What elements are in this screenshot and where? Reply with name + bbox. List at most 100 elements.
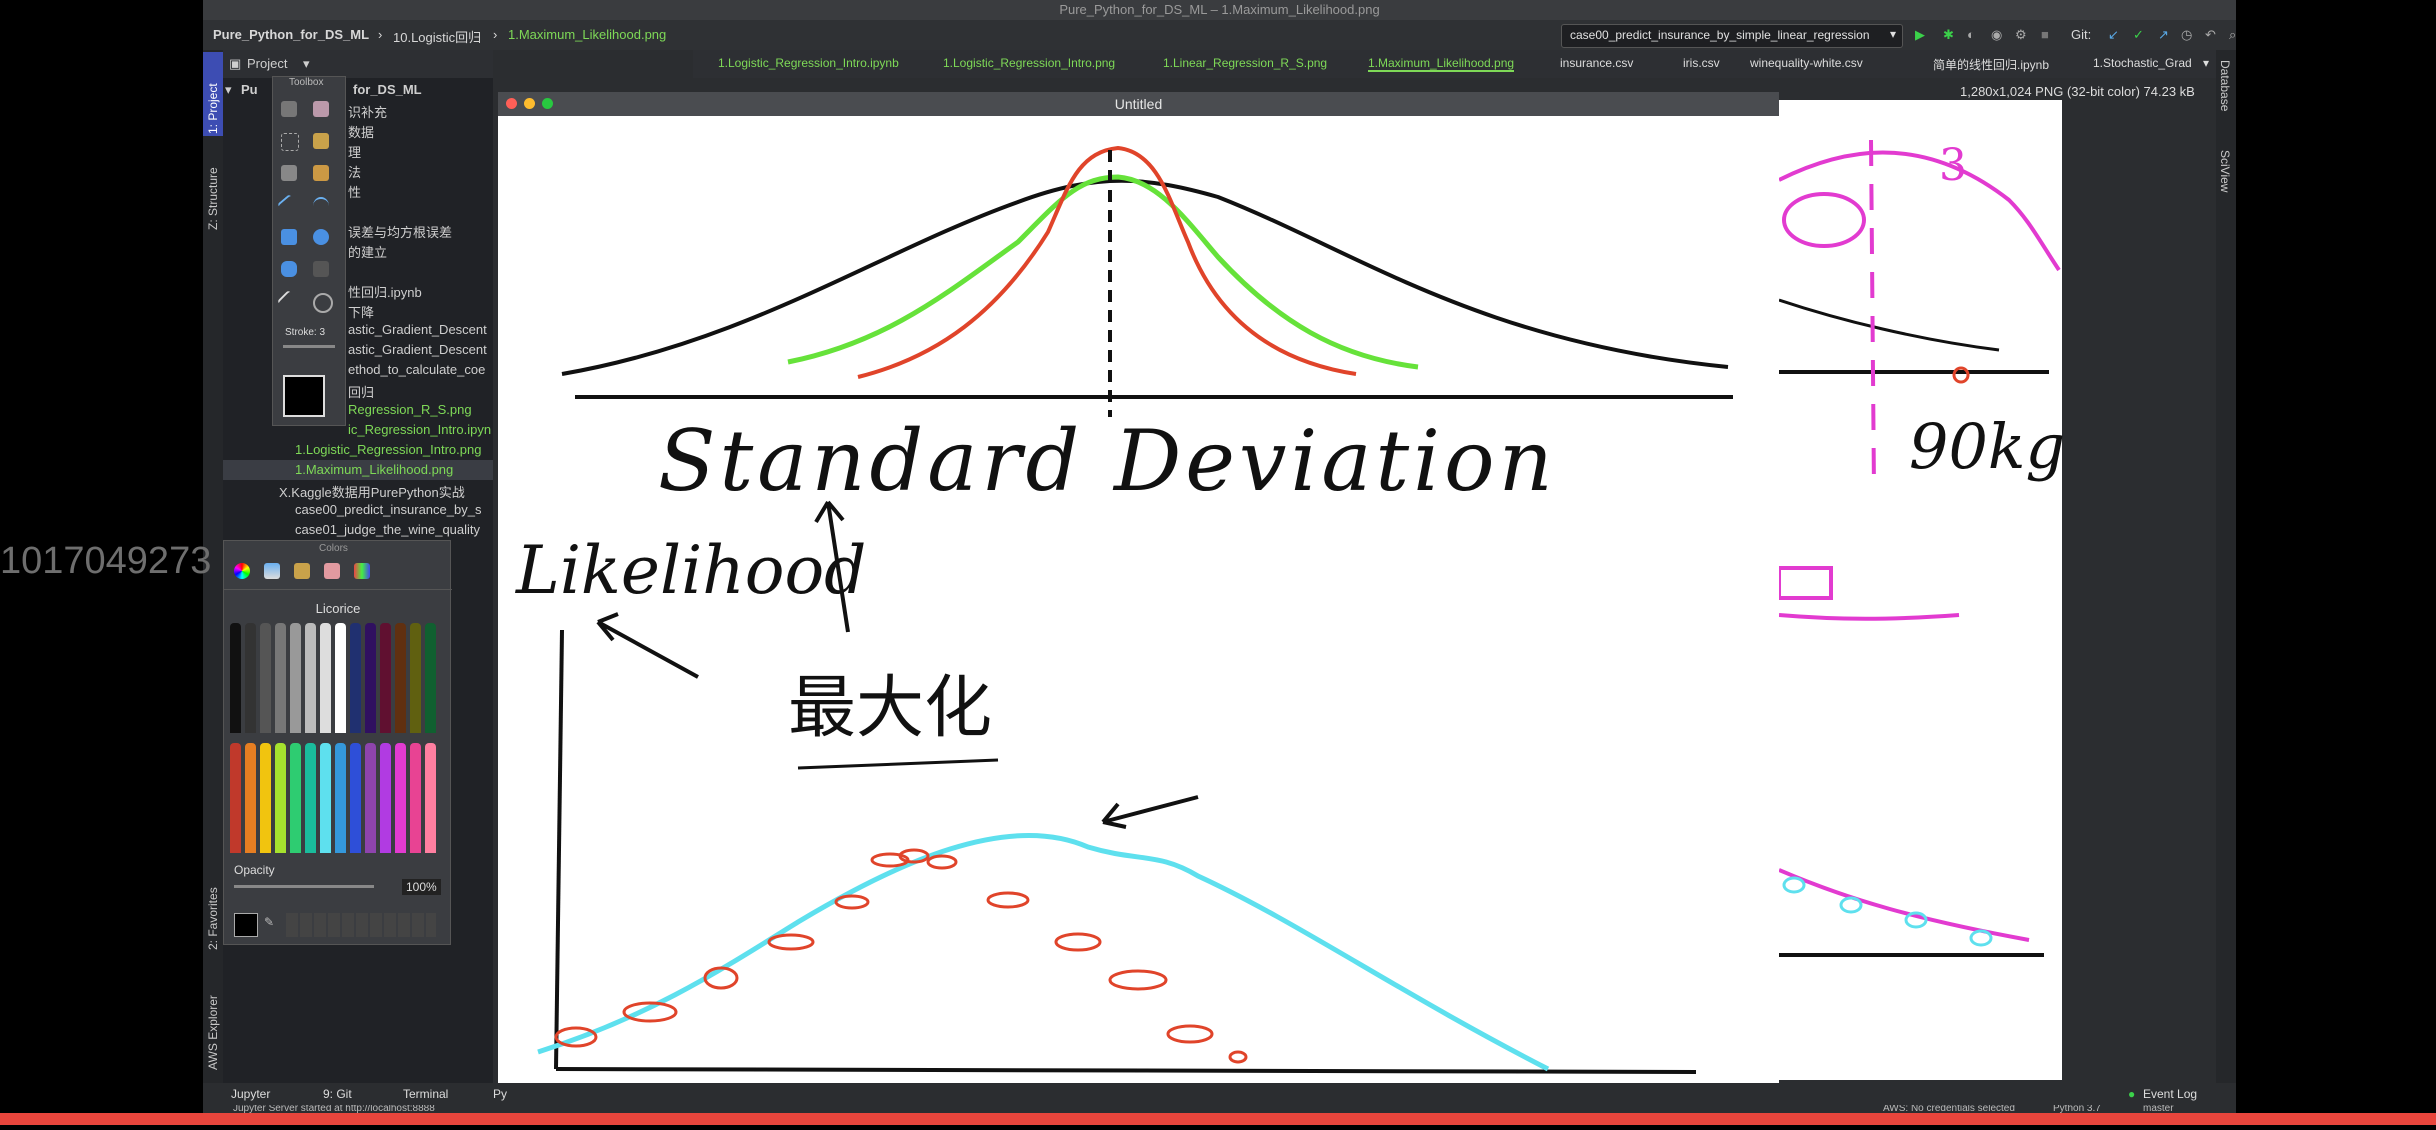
tree-item[interactable]: astic_Gradient_Descent bbox=[348, 322, 487, 337]
current-color-swatch[interactable] bbox=[234, 913, 258, 937]
stroke-slider[interactable] bbox=[283, 345, 335, 348]
crayons-icon[interactable] bbox=[354, 563, 370, 579]
debug-icon[interactable]: ✱ bbox=[1943, 27, 1954, 43]
stop-icon[interactable]: ■ bbox=[2041, 27, 2049, 42]
pencil-tool-icon[interactable] bbox=[281, 101, 297, 117]
pencil-swatch[interactable] bbox=[395, 743, 406, 853]
fill-tool-icon[interactable] bbox=[281, 165, 297, 181]
eyedropper-tool-icon[interactable] bbox=[276, 289, 302, 315]
image-palette-icon[interactable] bbox=[324, 563, 340, 579]
pencil-swatch[interactable] bbox=[245, 623, 256, 733]
rounded-rect-tool-icon[interactable] bbox=[281, 261, 297, 277]
wand-tool-icon[interactable] bbox=[313, 133, 329, 149]
zoom-tool-icon[interactable] bbox=[313, 293, 333, 313]
git-tool-button[interactable]: 9: Git bbox=[323, 1087, 352, 1101]
custom-swatches[interactable] bbox=[286, 913, 436, 937]
python-console-button[interactable]: Py bbox=[493, 1087, 507, 1101]
opacity-slider[interactable] bbox=[234, 885, 374, 888]
sciview-tool-label[interactable]: SciView bbox=[2218, 150, 2232, 192]
pencil-swatch[interactable] bbox=[275, 743, 286, 853]
pencil-swatch[interactable] bbox=[425, 743, 436, 853]
pencil-swatch[interactable] bbox=[260, 743, 271, 853]
tree-item[interactable]: 性回归.ipynb bbox=[348, 282, 422, 301]
eyedropper-icon[interactable]: ✎ bbox=[264, 915, 274, 929]
tab-logistic-intro-png[interactable]: 1.Logistic_Regression_Intro.png bbox=[943, 56, 1115, 70]
tab-winequality-csv[interactable]: winequality-white.csv bbox=[1750, 56, 1863, 70]
tree-item[interactable]: 法 bbox=[348, 162, 361, 181]
color-palette-icon[interactable] bbox=[294, 563, 310, 579]
pencil-swatch[interactable] bbox=[350, 623, 361, 733]
pencil-swatch[interactable] bbox=[305, 623, 316, 733]
tab-linear-regression-png[interactable]: 1.Linear_Regression_R_S.png bbox=[1163, 56, 1327, 70]
pencil-swatch[interactable] bbox=[320, 743, 331, 853]
rollback-icon[interactable]: ↶ bbox=[2205, 27, 2216, 43]
tree-item[interactable]: ic_Regression_Intro.ipyn bbox=[348, 422, 491, 437]
git-branch[interactable]: master bbox=[2143, 1105, 2174, 1113]
opacity-value[interactable]: 100% bbox=[402, 879, 441, 895]
tree-item[interactable]: 的建立 bbox=[348, 242, 387, 261]
history-icon[interactable]: ◷ bbox=[2181, 27, 2192, 43]
tree-item[interactable]: 数据 bbox=[348, 122, 374, 141]
polygon-tool-icon[interactable] bbox=[313, 261, 329, 277]
breadcrumb-project[interactable]: Pure_Python_for_DS_ML bbox=[213, 27, 369, 42]
tree-root-label[interactable]: Pu bbox=[241, 82, 258, 97]
search-icon[interactable]: ⌕ bbox=[2229, 27, 2236, 43]
spray-tool-icon[interactable] bbox=[313, 165, 329, 181]
pencil-swatch[interactable] bbox=[410, 743, 421, 853]
rectangle-tool-icon[interactable] bbox=[281, 229, 297, 245]
tab-logistic-intro-ipynb[interactable]: 1.Logistic_Regression_Intro.ipynb bbox=[718, 56, 899, 70]
pencil-swatch[interactable] bbox=[305, 743, 316, 853]
project-tool-button[interactable]: 1: Project bbox=[203, 52, 223, 136]
tree-item[interactable]: Regression_R_S.png bbox=[348, 402, 472, 417]
pencil-swatch[interactable] bbox=[230, 743, 241, 853]
line-tool-icon[interactable] bbox=[277, 193, 301, 219]
tree-root-suffix[interactable]: for_DS_ML bbox=[353, 82, 422, 97]
pencil-swatch[interactable] bbox=[230, 623, 241, 733]
profile-icon[interactable]: ◉ bbox=[1991, 27, 2002, 43]
git-commit-icon[interactable]: ✓ bbox=[2133, 27, 2144, 43]
pencil-swatch[interactable] bbox=[335, 623, 346, 733]
tree-item[interactable]: 回归 bbox=[348, 382, 374, 401]
tab-maximum-likelihood[interactable]: 1.Maximum_Likelihood.png bbox=[1368, 56, 1515, 72]
aws-explorer-label[interactable]: AWS Explorer bbox=[206, 995, 220, 1070]
tree-item[interactable]: X.Kaggle数据用PurePython实战 bbox=[279, 482, 465, 501]
tree-item[interactable]: 下降 bbox=[348, 302, 374, 321]
tree-item[interactable]: case00_predict_insurance_by_s bbox=[295, 502, 481, 517]
tree-item[interactable]: 1.Logistic_Regression_Intro.png bbox=[295, 442, 481, 457]
chevron-down-icon[interactable]: ▾ bbox=[303, 56, 310, 72]
pencil-swatch[interactable] bbox=[290, 743, 301, 853]
breadcrumb-folder[interactable]: 10.Logistic回归 bbox=[393, 27, 481, 46]
tab-iris-csv[interactable]: iris.csv bbox=[1683, 56, 1720, 70]
tab-insurance-csv[interactable]: insurance.csv bbox=[1560, 56, 1633, 70]
pencil-swatch[interactable] bbox=[380, 743, 391, 853]
run-config-select[interactable]: case00_predict_insurance_by_simple_linea… bbox=[1561, 24, 1903, 48]
pencil-swatch[interactable] bbox=[275, 623, 286, 733]
run-icon[interactable]: ▶ bbox=[1915, 27, 1925, 43]
video-progress-bar[interactable] bbox=[0, 1113, 2436, 1125]
tab-linear-regression-ipynb[interactable]: 简单的线性回归.ipynb bbox=[1933, 56, 2049, 73]
color-sliders-icon[interactable] bbox=[264, 563, 280, 579]
tab-stochastic-grad[interactable]: 1.Stochastic_Grad bbox=[2093, 56, 2192, 70]
coverage-icon[interactable]: ◐ bbox=[1967, 27, 1975, 42]
structure-tool-label[interactable]: Z: Structure bbox=[206, 167, 220, 230]
favorites-tool-label[interactable]: 2: Favorites bbox=[206, 887, 220, 950]
pencil-swatch[interactable] bbox=[410, 623, 421, 733]
tree-item[interactable]: 识补充 bbox=[348, 102, 387, 121]
pencil-swatch[interactable] bbox=[350, 743, 361, 853]
breadcrumb-file[interactable]: 1.Maximum_Likelihood.png bbox=[508, 27, 666, 42]
pencil-swatch[interactable] bbox=[260, 623, 271, 733]
pencil-swatch[interactable] bbox=[320, 623, 331, 733]
ellipse-tool-icon[interactable] bbox=[313, 229, 329, 245]
tree-item[interactable]: case01_judge_the_wine_quality bbox=[295, 522, 480, 537]
curve-tool-icon[interactable] bbox=[313, 197, 329, 215]
tree-item[interactable]: 性 bbox=[348, 182, 361, 201]
minimize-window-icon[interactable] bbox=[524, 98, 535, 109]
pencil-swatch[interactable] bbox=[365, 623, 376, 733]
pencil-swatch[interactable] bbox=[335, 743, 346, 853]
pencil-swatch[interactable] bbox=[395, 623, 406, 733]
tree-item[interactable]: 理 bbox=[348, 142, 361, 161]
git-push-icon[interactable]: ↗ bbox=[2158, 27, 2169, 43]
close-window-icon[interactable] bbox=[506, 98, 517, 109]
terminal-tool-button[interactable]: Terminal bbox=[403, 1087, 448, 1101]
tree-item[interactable]: astic_Gradient_Descent bbox=[348, 342, 487, 357]
